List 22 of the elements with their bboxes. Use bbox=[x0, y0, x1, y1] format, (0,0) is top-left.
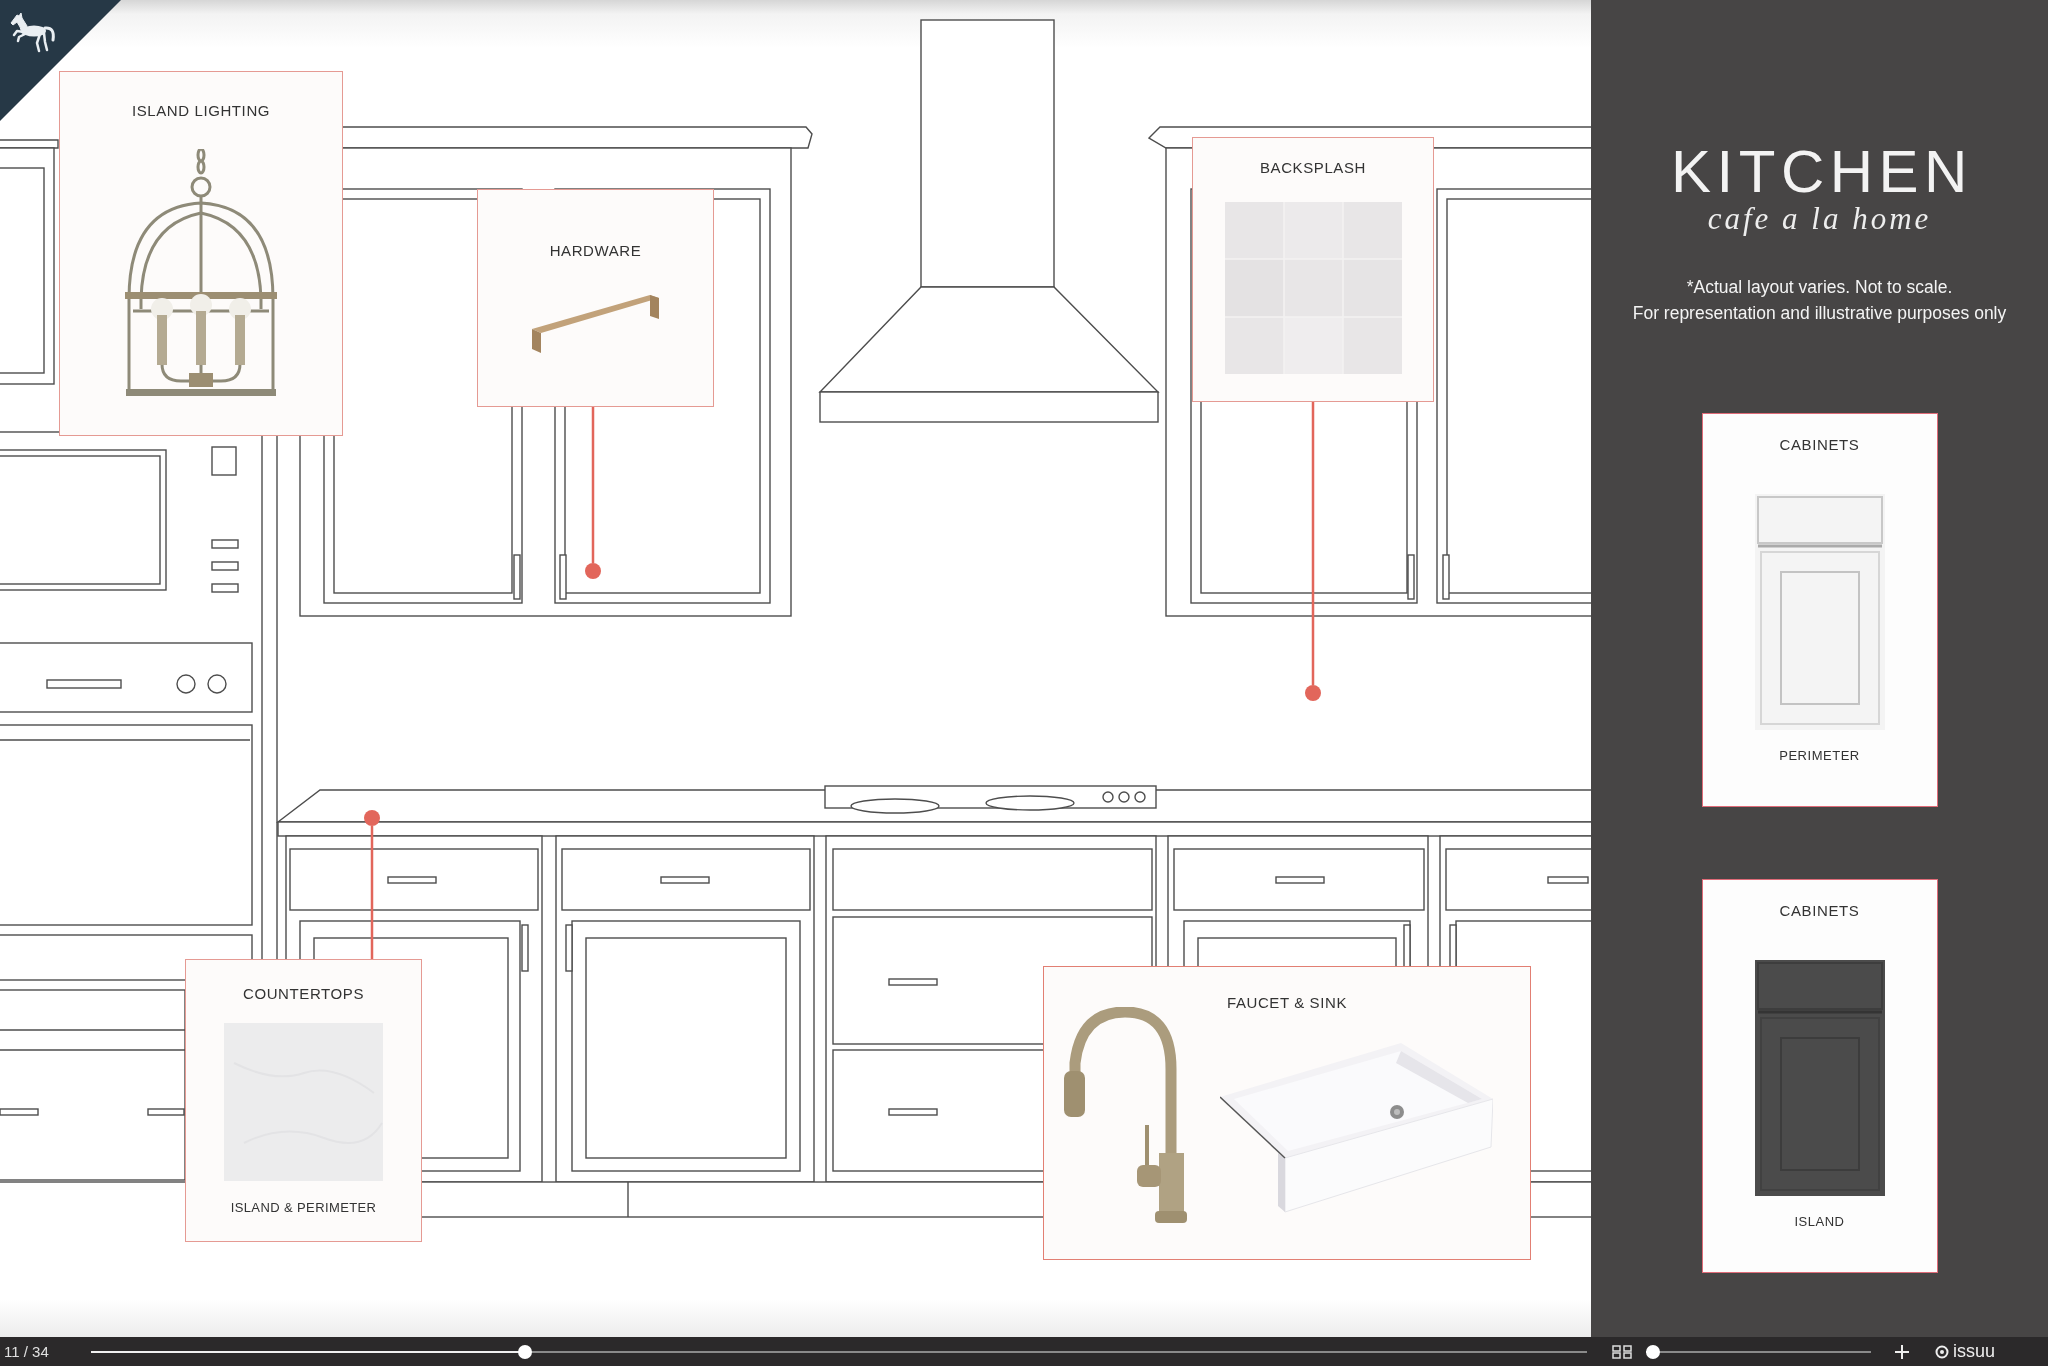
disclaimer-text: For representation and illustrative purposes only bbox=[1632, 302, 2007, 325]
page-counter: 11 / 34 bbox=[4, 1343, 50, 1360]
panel-title: KITCHEN bbox=[1671, 142, 1973, 202]
cabinet-caption: PERIMETER bbox=[1779, 747, 1860, 765]
zoom-in-icon[interactable] bbox=[1895, 1344, 1909, 1359]
callout-title: ISLAND LIGHTING bbox=[131, 102, 271, 120]
callout-title: FAUCET & SINK bbox=[1226, 994, 1348, 1012]
callout-title: HARDWARE bbox=[549, 242, 642, 260]
panel-subtitle: cafe a la home bbox=[1707, 200, 1932, 237]
callout-title: BACKSPLASH bbox=[1259, 159, 1366, 177]
grid-view-icon[interactable] bbox=[1612, 1344, 1632, 1359]
brand-text[interactable]: issuu bbox=[1953, 1341, 1996, 1362]
slider-thumb[interactable] bbox=[517, 1344, 532, 1359]
slider-thumb[interactable] bbox=[1645, 1344, 1660, 1359]
cabinet-title: CABINETS bbox=[1779, 436, 1860, 454]
callout-caption: ISLAND & PERIMETER bbox=[230, 1199, 377, 1217]
callout-title: COUNTERTOPS bbox=[242, 985, 365, 1003]
ring-logo-icon[interactable] bbox=[1935, 1344, 1949, 1359]
horse-logo-icon[interactable] bbox=[0, 0, 121, 121]
cabinet-title: CABINETS bbox=[1779, 902, 1860, 920]
cabinet-caption: ISLAND bbox=[1794, 1213, 1845, 1231]
disclaimer-text: *Actual layout varies. Not to scale. bbox=[1686, 276, 1953, 299]
